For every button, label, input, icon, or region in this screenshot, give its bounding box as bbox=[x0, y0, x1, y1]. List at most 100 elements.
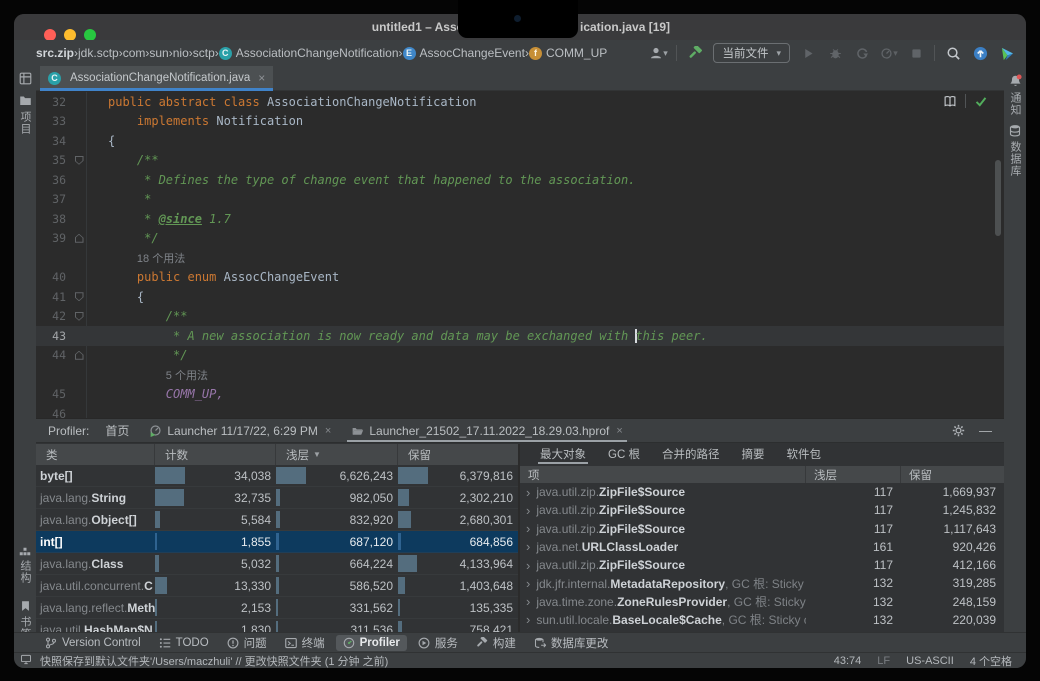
column-header-shallow[interactable]: 浅层 bbox=[806, 466, 901, 483]
biggest-object-row[interactable]: ›java.util.zip.ZipFile$Source1171,669,93… bbox=[520, 483, 1004, 501]
code-line-34[interactable]: 34{ bbox=[36, 131, 1004, 151]
biggest-object-row[interactable]: ›java.net.URLClassLoader161920,426 bbox=[520, 538, 1004, 556]
debug-icon[interactable] bbox=[826, 44, 844, 62]
tool-window-button-问题[interactable]: 问题 bbox=[220, 635, 274, 651]
usages-inlay-hint[interactable]: 18 个用法 bbox=[137, 253, 185, 265]
biggest-object-row[interactable]: ›java.util.zip.ZipFile$Source1171,117,64… bbox=[520, 520, 1004, 538]
profiler-tab-active[interactable]: Launcher_21502_17.11.2022_18.29.03.hprof… bbox=[341, 419, 632, 442]
coverage-icon[interactable] bbox=[853, 44, 871, 62]
class-row-java.util.concurrent.C[interactable]: java.util.concurrent.C13,330586,5201,403… bbox=[36, 575, 518, 597]
sidebar-item-database[interactable]: 数据库 bbox=[1004, 124, 1026, 177]
user-profile-button[interactable]: ▾ bbox=[649, 44, 667, 62]
code-line-44[interactable]: 44 */ bbox=[36, 346, 1004, 366]
detail-tab-合并的路径[interactable]: 合并的路径 bbox=[652, 444, 730, 464]
tool-window-button-Profiler[interactable]: Profiler bbox=[336, 635, 407, 651]
expand-chevron-icon[interactable]: › bbox=[526, 558, 530, 573]
hide-panel-icon[interactable]: — bbox=[979, 426, 992, 436]
detail-tab-摘要[interactable]: 摘要 bbox=[731, 444, 774, 464]
fold-marker-icon[interactable] bbox=[75, 351, 84, 360]
line-separator[interactable]: LF bbox=[877, 655, 890, 667]
file-encoding[interactable]: US-ASCII bbox=[906, 655, 954, 667]
breadcrumb-item-com[interactable]: com bbox=[123, 46, 146, 60]
tool-window-button-服务[interactable]: 服务 bbox=[411, 635, 465, 651]
code-line-46[interactable]: 46 bbox=[36, 404, 1004, 418]
expand-chevron-icon[interactable]: › bbox=[526, 485, 530, 500]
search-everywhere-icon[interactable] bbox=[944, 44, 962, 62]
code-line-37[interactable]: 37 * bbox=[36, 190, 1004, 210]
column-header-count[interactable]: 计数 bbox=[155, 444, 276, 465]
run-configuration-select[interactable]: 当前文件▾ bbox=[713, 43, 790, 63]
run-icon[interactable] bbox=[799, 44, 817, 62]
tool-window-button-终端[interactable]: 终端 bbox=[278, 635, 332, 651]
code-inlay-line[interactable]: 18 个用法 bbox=[36, 248, 1004, 268]
code-line-43[interactable]: 43 * A new association is now ready and … bbox=[36, 326, 1004, 346]
code-line-33[interactable]: 33 implements Notification bbox=[36, 112, 1004, 132]
breadcrumb-item-src.zip[interactable]: src.zip bbox=[36, 46, 74, 60]
code-inlay-line[interactable]: 5 个用法 bbox=[36, 365, 1004, 385]
plugin-kite-icon[interactable] bbox=[998, 44, 1016, 62]
class-row-java.lang.String[interactable]: java.lang.String32,735982,0502,302,210 bbox=[36, 487, 518, 509]
sidebar-item-project[interactable]: 项目 bbox=[14, 94, 36, 135]
profile-run-icon[interactable]: ▾ bbox=[880, 44, 898, 62]
sidebar-item-notifications[interactable]: 通知 bbox=[1004, 74, 1026, 116]
update-available-icon[interactable] bbox=[971, 44, 989, 62]
profiler-tab-item[interactable]: 首页 bbox=[95, 419, 139, 442]
window-layout-icon[interactable] bbox=[14, 72, 36, 85]
close-tab-icon[interactable]: × bbox=[325, 425, 331, 437]
breadcrumb-item-jdk.sctp[interactable]: jdk.sctp bbox=[78, 46, 119, 60]
code-line-32[interactable]: 32public abstract class AssociationChang… bbox=[36, 92, 1004, 112]
breadcrumb-item-AssocChangeEvent[interactable]: EAssocChangeEvent bbox=[403, 46, 525, 60]
close-tab-icon[interactable]: × bbox=[616, 425, 622, 437]
profiler-tab-item[interactable]: Launcher 11/17/22, 6:29 PM× bbox=[139, 419, 341, 442]
usages-inlay-hint[interactable]: 5 个用法 bbox=[166, 370, 208, 382]
tool-window-button-构建[interactable]: 构建 bbox=[469, 635, 523, 651]
class-row-java.util.HashMap$N[interactable]: java.util.HashMap$N1,830311,536758,421 bbox=[36, 619, 518, 633]
build-hammer-icon[interactable] bbox=[686, 44, 704, 62]
breadcrumb-item-sctp[interactable]: sctp bbox=[193, 46, 215, 60]
expand-chevron-icon[interactable]: › bbox=[526, 612, 530, 627]
code-line-40[interactable]: 40 public enum AssocChangeEvent bbox=[36, 268, 1004, 288]
detail-tab-GC 根[interactable]: GC 根 bbox=[598, 444, 650, 464]
column-header-class[interactable]: 类 bbox=[36, 444, 155, 465]
biggest-object-row[interactable]: ›java.util.zip.ZipFile$Source1171,245,83… bbox=[520, 501, 1004, 519]
tool-window-button-数据库更改[interactable]: 数据库更改 bbox=[527, 635, 616, 651]
column-header-shallow[interactable]: 浅层▼ bbox=[276, 444, 398, 465]
biggest-object-row[interactable]: ›jdk.jfr.internal.MetadataRepository, GC… bbox=[520, 574, 1004, 592]
fold-marker-icon[interactable] bbox=[75, 234, 84, 243]
breadcrumb-item-COMM_UP[interactable]: fCOMM_UP bbox=[529, 46, 607, 60]
column-header-retained[interactable]: 保留 bbox=[398, 444, 518, 465]
tool-window-button-Version Control[interactable]: Version Control bbox=[38, 635, 148, 651]
editor-scrollbar[interactable] bbox=[995, 160, 1001, 236]
code-line-38[interactable]: 38 * @since 1.7 bbox=[36, 209, 1004, 229]
breadcrumb-item-sun[interactable]: sun bbox=[149, 46, 168, 60]
class-row-java.lang.Class[interactable]: java.lang.Class5,032664,2244,133,964 bbox=[36, 553, 518, 575]
code-line-41[interactable]: 41 { bbox=[36, 287, 1004, 307]
sidebar-item-structure[interactable]: 结构 bbox=[14, 544, 36, 584]
code-line-39[interactable]: 39 */ bbox=[36, 229, 1004, 249]
expand-chevron-icon[interactable]: › bbox=[526, 594, 530, 609]
indent-setting[interactable]: 4 个空格 bbox=[970, 653, 1012, 668]
biggest-object-row[interactable]: ›sun.util.locale.BaseLocale$Cache, GC 根:… bbox=[520, 611, 1004, 629]
detail-tab-软件包[interactable]: 软件包 bbox=[776, 444, 831, 464]
expand-chevron-icon[interactable]: › bbox=[526, 503, 530, 518]
class-row-java.lang.Object[][interactable]: java.lang.Object[]5,584832,9202,680,301 bbox=[36, 509, 518, 531]
close-tab-icon[interactable]: × bbox=[258, 71, 265, 85]
class-row-java.lang.reflect.Meth[interactable]: java.lang.reflect.Meth2,153331,562135,33… bbox=[36, 597, 518, 619]
stop-icon[interactable] bbox=[907, 44, 925, 62]
biggest-object-row[interactable]: ›java.time.zone.ZoneRulesProvider, GC 根:… bbox=[520, 593, 1004, 611]
status-message[interactable]: 快照保存到默认文件夹'/Users/maczhuli' // 更改快照文件夹 (… bbox=[40, 653, 388, 668]
reader-mode-icon[interactable] bbox=[943, 95, 957, 108]
detail-tab-最大对象[interactable]: 最大对象 bbox=[530, 444, 596, 464]
column-header-item[interactable]: 项 bbox=[520, 466, 806, 483]
inspections-ok-icon[interactable] bbox=[974, 95, 988, 108]
expand-chevron-icon[interactable]: › bbox=[526, 539, 530, 554]
code-line-45[interactable]: 45 COMM_UP, bbox=[36, 385, 1004, 405]
editor-tab-active[interactable]: C AssociationChangeNotification.java × bbox=[40, 66, 273, 90]
fold-marker-icon[interactable] bbox=[75, 292, 84, 301]
fold-marker-icon[interactable] bbox=[75, 312, 84, 321]
biggest-object-row[interactable]: ›java.util.zip.ZipFile$Source117412,166 bbox=[520, 556, 1004, 574]
expand-chevron-icon[interactable]: › bbox=[526, 521, 530, 536]
column-header-retained[interactable]: 保留 bbox=[901, 466, 1004, 483]
tool-window-button-TODO[interactable]: TODO bbox=[152, 635, 216, 651]
fold-marker-icon[interactable] bbox=[75, 156, 84, 165]
